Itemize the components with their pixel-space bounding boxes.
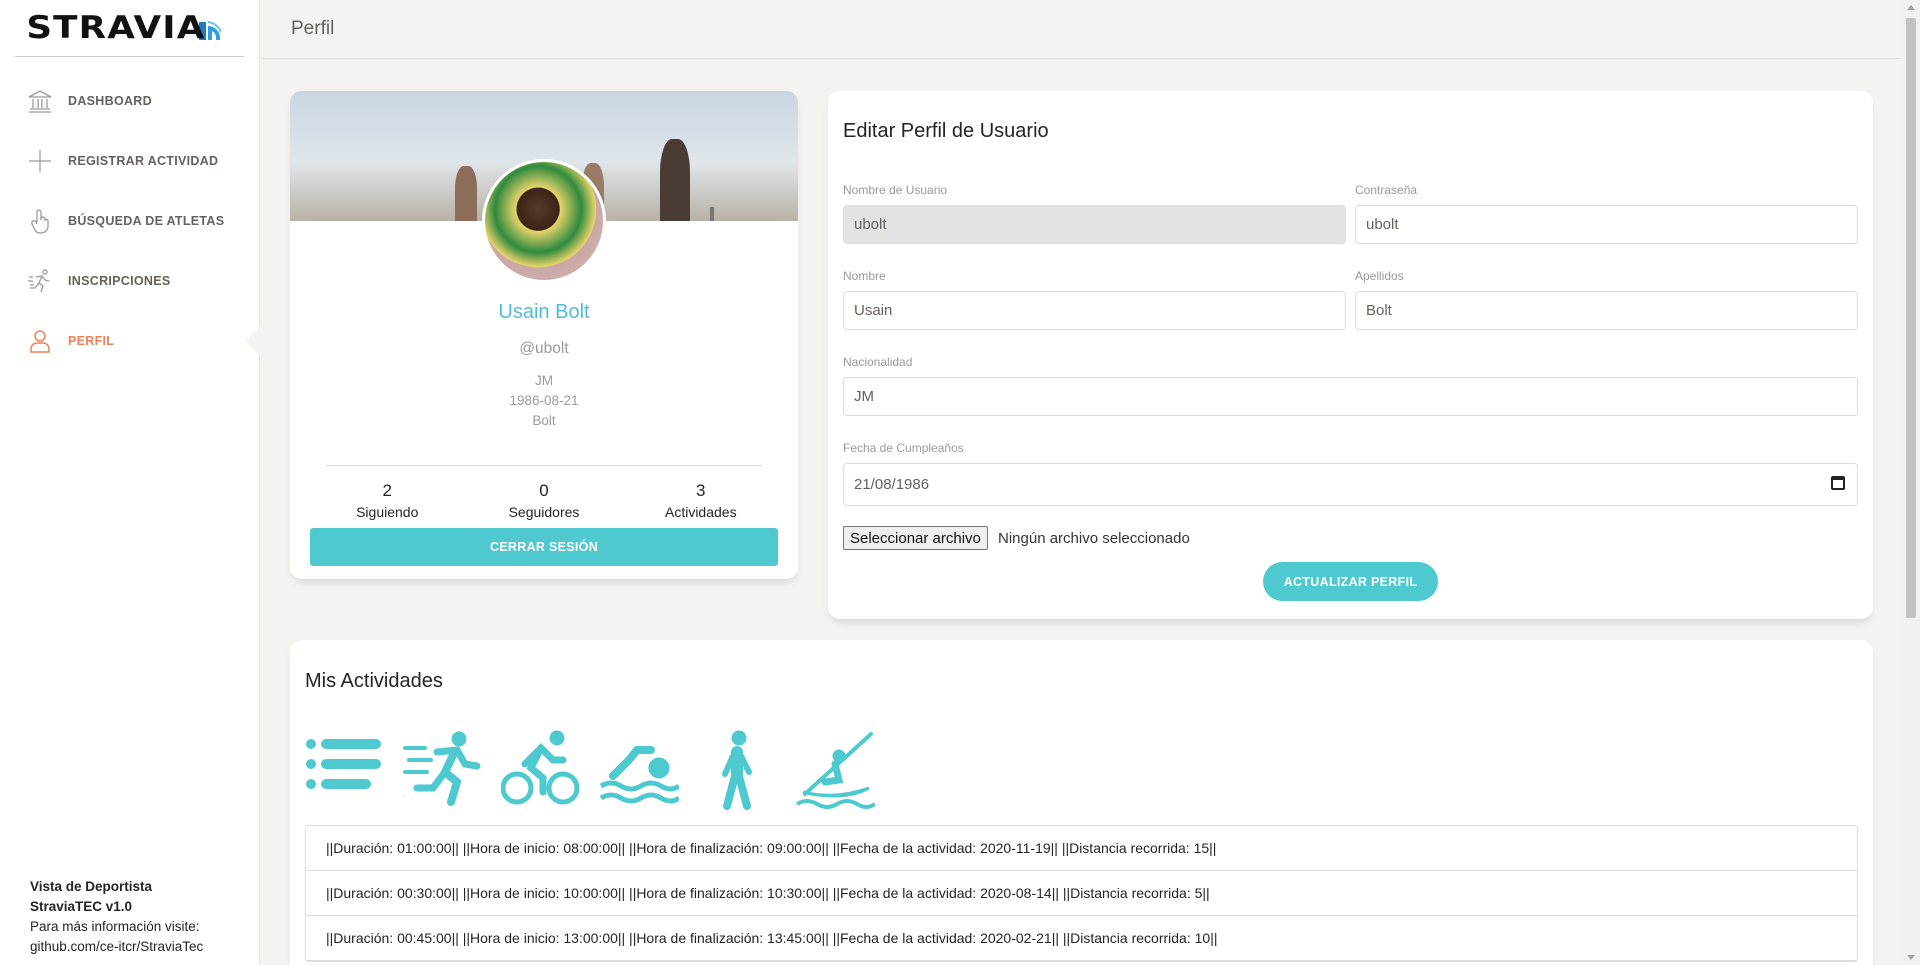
stat-label: Actividades xyxy=(664,504,737,520)
topbar: Perfil xyxy=(261,0,1900,59)
swimming-icon[interactable] xyxy=(599,730,679,810)
sidebar-item-registrar-actividad[interactable]: REGISTRAR ACTIVIDAD xyxy=(0,131,259,191)
activity-row[interactable]: ||Duración: 00:45:00|| ||Hora de inicio:… xyxy=(306,916,1857,961)
profile-name: Usain Bolt xyxy=(498,301,590,323)
sidebar-item-label: DASHBOARD xyxy=(68,94,152,108)
profile-lastname: Bolt xyxy=(532,413,556,428)
sidebar-item-label: REGISTRAR ACTIVIDAD xyxy=(68,154,219,168)
edit-profile-card: Editar Perfil de Usuario Nombre de Usuar… xyxy=(828,91,1873,619)
profile-stats: 2 Siguiendo 0 Seguidores 3 Actividades xyxy=(310,481,778,520)
sidebar: STRAVIA DASHBOARD REGISTRAR ACTIVIDAD BÚ… xyxy=(0,0,260,965)
bank-icon xyxy=(26,87,54,115)
sidebar-item-label: INSCRIPCIONES xyxy=(68,274,171,288)
page-title: Perfil xyxy=(291,18,335,39)
plus-icon xyxy=(26,147,54,175)
active-indicator xyxy=(245,326,260,356)
logo-text: STRAVIA xyxy=(25,10,206,46)
profile-info: JM 1986-08-21 Bolt xyxy=(290,371,798,431)
stat-label: Seguidores xyxy=(508,504,580,520)
birthday-label: Fecha de Cumpleaños xyxy=(843,441,964,455)
activity-row[interactable]: ||Duración: 01:00:00|| ||Hora de inicio:… xyxy=(306,826,1857,871)
footer-link[interactable]: github.com/ce-itcr/StraviaTec xyxy=(30,937,203,957)
kayak-icon[interactable] xyxy=(795,730,875,810)
scroll-up-arrow-icon[interactable] xyxy=(1907,5,1915,10)
logo[interactable]: STRAVIA xyxy=(15,0,244,57)
activity-filters xyxy=(305,730,875,810)
scroll-down-arrow-icon[interactable] xyxy=(1907,955,1915,960)
profile-card: Usain Bolt @ubolt JM 1986-08-21 Bolt 2 S… xyxy=(290,91,798,579)
firstname-label: Nombre xyxy=(843,269,886,283)
pointer-hand-icon xyxy=(26,207,54,235)
activity-list: ||Duración: 01:00:00|| ||Hora de inicio:… xyxy=(305,825,1858,962)
stat-followers: 0 Seguidores xyxy=(467,481,621,520)
stat-following: 2 Siguiendo xyxy=(310,481,464,520)
file-status: Ningún archivo seleccionado xyxy=(998,530,1190,547)
cover-figure xyxy=(455,166,477,221)
lastname-label: Apellidos xyxy=(1355,269,1404,283)
activities-title: Mis Actividades xyxy=(305,670,443,692)
logout-button[interactable]: CERRAR SESIÓN xyxy=(310,528,778,566)
update-profile-button[interactable]: ACTUALIZAR PERFIL xyxy=(1263,562,1438,601)
stat-label: Siguiendo xyxy=(356,504,419,520)
profile-birthdate: 1986-08-21 xyxy=(509,393,579,408)
password-label: Contraseña xyxy=(1355,183,1418,197)
cover-figure xyxy=(710,207,714,221)
stat-value: 2 xyxy=(382,481,392,500)
sidebar-item-busqueda-atletas[interactable]: BÚSQUEDA DE ATLETAS xyxy=(0,191,259,251)
sidebar-item-label: PERFIL xyxy=(68,334,115,348)
username-field[interactable]: ubolt xyxy=(843,205,1346,244)
file-select-button[interactable]: Seleccionar archivo xyxy=(843,526,988,550)
avatar[interactable] xyxy=(482,159,606,283)
divider xyxy=(325,465,763,466)
runner-icon xyxy=(26,267,54,295)
running-icon[interactable] xyxy=(403,730,483,810)
scroll-thumb[interactable] xyxy=(1906,18,1916,618)
footer-info: Para más información visite: xyxy=(30,919,200,934)
page-scrollbar[interactable] xyxy=(1902,0,1920,965)
stat-activities: 3 Actividades xyxy=(624,481,778,520)
sidebar-item-label: BÚSQUEDA DE ATLETAS xyxy=(68,214,225,228)
sidebar-footer: Vista de Deportista StraviaTEC v1.0 Para… xyxy=(30,877,203,957)
stat-value: 3 xyxy=(696,481,706,500)
nationality-label: Nacionalidad xyxy=(843,355,913,369)
username-label: Nombre de Usuario xyxy=(843,183,948,197)
cycling-icon[interactable] xyxy=(501,730,581,810)
nationality-field[interactable]: JM xyxy=(843,377,1858,416)
activities-card: Mis Actividades ||Duración: 01:00:00|| |… xyxy=(290,640,1873,965)
calendar-icon[interactable] xyxy=(1831,476,1845,490)
sidebar-item-perfil[interactable]: PERFIL xyxy=(0,311,260,371)
lastname-field[interactable]: Bolt xyxy=(1355,291,1858,330)
profile-nationality: JM xyxy=(535,373,553,388)
birthday-value: 21/08/1986 xyxy=(854,476,930,493)
footer-version: StraviaTEC v1.0 xyxy=(30,899,133,914)
profile-username: @ubolt xyxy=(519,340,569,357)
birthday-field[interactable]: 21/08/1986 xyxy=(843,463,1858,506)
firstname-field[interactable]: Usain xyxy=(843,291,1346,330)
list-icon[interactable] xyxy=(305,730,385,810)
edit-profile-title: Editar Perfil de Usuario xyxy=(843,120,1049,142)
sidebar-item-inscripciones[interactable]: INSCRIPCIONES xyxy=(0,251,259,311)
walking-icon[interactable] xyxy=(697,730,777,810)
footer-view-label: Vista de Deportista xyxy=(30,879,153,894)
sidebar-item-dashboard[interactable]: DASHBOARD xyxy=(0,71,259,131)
user-icon xyxy=(26,327,54,355)
activity-row[interactable]: ||Duración: 00:30:00|| ||Hora de inicio:… xyxy=(306,871,1857,916)
cover-figure xyxy=(660,139,690,221)
stat-value: 0 xyxy=(539,481,549,500)
password-field[interactable]: ubolt xyxy=(1355,205,1858,244)
